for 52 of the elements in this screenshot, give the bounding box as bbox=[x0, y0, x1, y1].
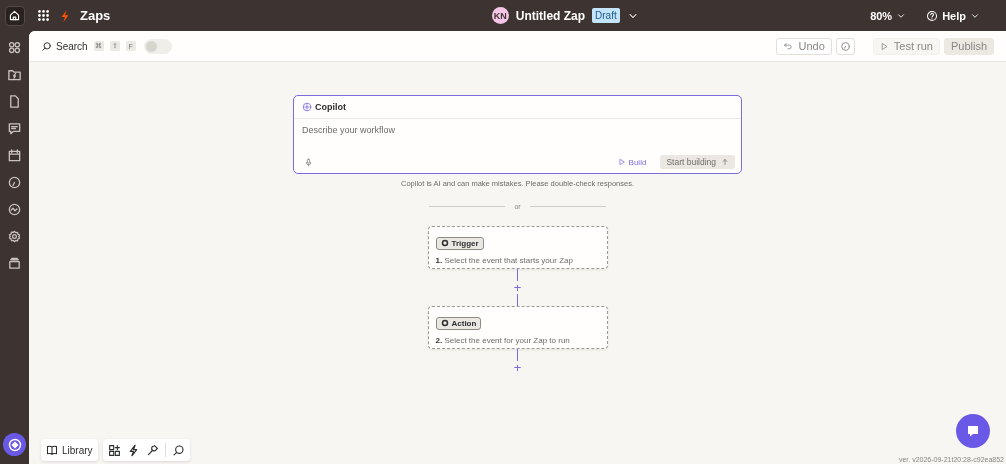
circle-icon bbox=[440, 239, 449, 247]
play-icon bbox=[617, 158, 626, 166]
document-icon[interactable] bbox=[7, 94, 22, 109]
step-type-badge[interactable]: Action bbox=[435, 316, 482, 330]
undo-icon bbox=[783, 41, 794, 51]
home-icon bbox=[8, 9, 21, 22]
help-icon bbox=[926, 9, 939, 22]
search-icon bbox=[41, 40, 52, 52]
add-step-button[interactable]: + bbox=[513, 281, 522, 294]
zoom-dropdown[interactable]: 80% bbox=[870, 9, 907, 22]
search-icon[interactable] bbox=[171, 443, 185, 457]
add-step-button[interactable]: + bbox=[513, 361, 522, 374]
app-title: Zaps bbox=[80, 8, 111, 23]
gear-icon[interactable] bbox=[7, 229, 22, 244]
test-run-button[interactable]: Test run bbox=[872, 37, 940, 55]
book-icon bbox=[46, 444, 58, 456]
chat-button[interactable] bbox=[956, 414, 990, 448]
apps-icon[interactable] bbox=[7, 40, 22, 55]
add-widget-icon[interactable] bbox=[107, 443, 121, 457]
start-building-button[interactable]: Start building bbox=[660, 155, 735, 169]
search-button[interactable]: Search bbox=[41, 40, 88, 52]
toggle-switch[interactable] bbox=[143, 38, 172, 54]
arrow-up-icon bbox=[721, 158, 729, 166]
help-menu[interactable]: Help bbox=[926, 9, 980, 22]
activity-icon[interactable] bbox=[7, 202, 22, 217]
step-type-badge[interactable]: Trigger bbox=[435, 236, 484, 250]
copilot-icon bbox=[302, 102, 312, 112]
compass-icon bbox=[6, 436, 23, 453]
step-description: 2. Select the event for your Zap to run bbox=[435, 336, 571, 345]
history-icon bbox=[839, 40, 851, 52]
apps-grid-icon[interactable] bbox=[37, 9, 50, 22]
folder-bolt-icon[interactable] bbox=[7, 67, 22, 82]
status-badge: Draft bbox=[592, 8, 620, 23]
stack-icon[interactable] bbox=[7, 256, 22, 271]
clock-icon[interactable] bbox=[7, 175, 22, 190]
play-icon bbox=[879, 41, 889, 51]
circle-icon bbox=[440, 319, 449, 327]
microphone-icon[interactable] bbox=[304, 157, 313, 167]
step-card[interactable]: Trigger 1. Select the event that starts your Zap bbox=[427, 226, 608, 269]
step-description: 1. Select the event that starts your Zap bbox=[435, 256, 574, 265]
launcher-button[interactable] bbox=[3, 433, 26, 456]
calendar-icon[interactable] bbox=[7, 148, 22, 163]
undo-button[interactable]: Undo bbox=[776, 37, 832, 55]
chat-icon[interactable] bbox=[7, 121, 22, 136]
copilot-title: Copilot bbox=[315, 102, 346, 112]
home-button[interactable] bbox=[4, 5, 25, 26]
user-avatar[interactable]: KN bbox=[491, 7, 509, 24]
build-button[interactable]: Build bbox=[611, 156, 653, 168]
chat-bubble-icon bbox=[965, 423, 981, 439]
zap-title[interactable]: Untitled Zap bbox=[515, 8, 586, 23]
workflow-input[interactable]: Describe your workflow bbox=[302, 123, 733, 137]
step-card[interactable]: Action 2. Select the event for your Zap to run bbox=[427, 306, 608, 349]
